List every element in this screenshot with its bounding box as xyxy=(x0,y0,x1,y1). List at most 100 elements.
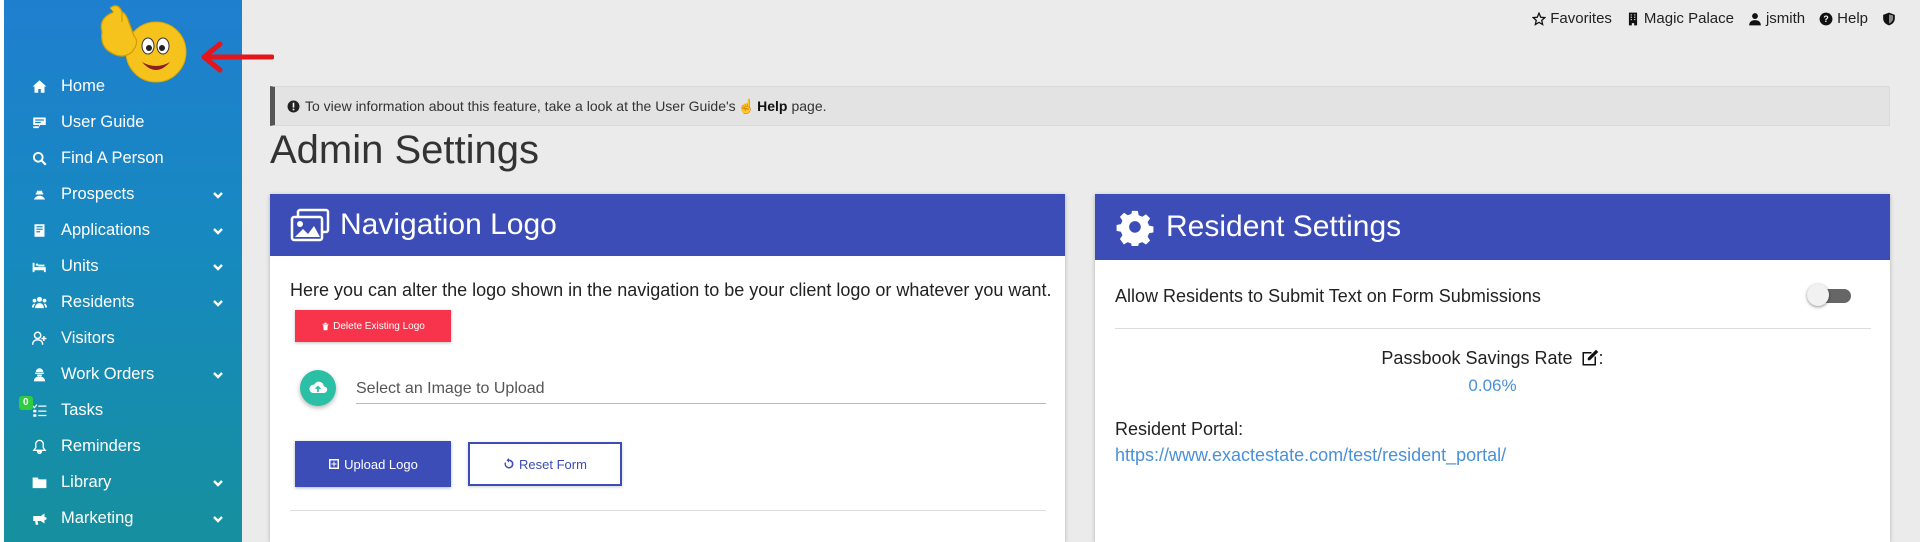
sidebar-item-work-orders[interactable]: Work Orders xyxy=(8,356,242,392)
sidebar-item-user-guide[interactable]: User Guide xyxy=(8,104,242,140)
upload-file-button[interactable] xyxy=(300,370,336,406)
shield-button[interactable] xyxy=(1882,12,1896,26)
sidebar-item-label: Visitors xyxy=(61,328,115,347)
divider xyxy=(290,510,1046,511)
tasks-count-badge: 0 xyxy=(19,396,33,410)
plus-square-icon xyxy=(329,459,340,469)
trash-icon xyxy=(322,322,329,330)
star-icon xyxy=(1532,11,1547,26)
divider xyxy=(1115,328,1871,329)
rate-suffix: : xyxy=(1598,348,1604,368)
sidebar-item-label: Library xyxy=(61,472,112,491)
navigation-logo-title: Navigation Logo xyxy=(340,208,557,241)
sidebar-item-label: Work Orders xyxy=(61,364,155,383)
sidebar-item-find-a-person[interactable]: Find A Person xyxy=(8,140,242,176)
bed-icon xyxy=(31,258,47,274)
sidebar-item-label: Find A Person xyxy=(61,148,164,167)
sidebar-item-label: Prospects xyxy=(61,184,135,203)
prospects-icon xyxy=(31,186,47,202)
user-icon xyxy=(1749,12,1761,25)
upload-logo-label: Upload Logo xyxy=(344,456,418,472)
passbook-rate-value[interactable]: 0.06% xyxy=(1095,376,1890,396)
logo-description: Here you can alter the logo shown in the… xyxy=(290,280,1052,300)
resident-settings-card: Resident Settings Allow Residents to Sub… xyxy=(1095,194,1890,542)
sidebar-item-applications[interactable]: Applications xyxy=(8,212,242,248)
question-circle-icon: ? xyxy=(1819,12,1833,25)
user-link[interactable]: jsmith xyxy=(1748,10,1805,27)
favorites-label: Favorites xyxy=(1550,10,1612,27)
info-text-end: page. xyxy=(791,98,827,114)
tasks-icon xyxy=(31,402,47,418)
user-label: jsmith xyxy=(1765,10,1806,27)
sidebar-item-label: Reminders xyxy=(61,436,141,455)
worker-icon xyxy=(31,366,47,382)
building-icon xyxy=(1628,12,1638,25)
info-banner: To view information about this feature, … xyxy=(270,86,1890,126)
chevron-down-icon[interactable] xyxy=(212,476,224,488)
sidebar-item-label: Units xyxy=(61,256,99,275)
property-label: Magic Palace xyxy=(1643,10,1734,27)
folder-icon xyxy=(31,474,47,490)
chevron-down-icon[interactable] xyxy=(212,296,224,308)
edit-icon[interactable] xyxy=(1581,349,1599,367)
sidebar-item-marketing[interactable]: Marketing xyxy=(8,500,242,536)
info-text: To view information about this feature, … xyxy=(305,98,736,114)
upload-logo-button[interactable]: Upload Logo xyxy=(295,441,451,487)
chevron-down-icon[interactable] xyxy=(212,224,224,236)
user-plus-icon xyxy=(31,330,47,346)
cloud-upload-icon xyxy=(309,381,328,393)
chevron-down-icon[interactable] xyxy=(212,512,224,524)
sidebar-item-label: Home xyxy=(61,76,106,95)
chevron-down-icon[interactable] xyxy=(212,188,224,200)
residents-icon xyxy=(31,294,47,310)
help-page-link[interactable]: Help xyxy=(757,98,787,114)
sidebar: Home User Guide Find A Person Prospects Appl… xyxy=(0,0,242,542)
bell-icon xyxy=(31,438,47,454)
sidebar-item-visitors[interactable]: Visitors xyxy=(8,320,242,356)
red-arrow-icon xyxy=(201,41,274,73)
shield-icon xyxy=(1883,12,1895,25)
resident-settings-title: Resident Settings xyxy=(1166,210,1402,243)
navigation-logo-card: Navigation Logo Here you can alter the l… xyxy=(270,194,1065,542)
delete-logo-label: Delete Existing Logo xyxy=(333,320,425,332)
image-file-input[interactable] xyxy=(356,374,1046,404)
sidebar-item-label: Residents xyxy=(61,292,135,311)
toggle-knob xyxy=(1807,284,1829,306)
top-bar: Favorites Magic Palace jsmith ? Help xyxy=(1532,10,1896,27)
resident-settings-header: Resident Settings xyxy=(1095,194,1890,260)
sidebar-item-label: User Guide xyxy=(61,112,145,131)
resident-portal-link[interactable]: https://www.exactestate.com/test/residen… xyxy=(1115,445,1506,466)
home-icon xyxy=(31,78,47,94)
images-icon xyxy=(290,208,330,242)
help-label: Help xyxy=(1837,10,1868,27)
sidebar-item-label: Applications xyxy=(61,220,150,239)
passbook-rate-row: Passbook Savings Rate : xyxy=(1095,348,1890,369)
reset-form-label: Reset Form xyxy=(519,456,587,472)
reset-form-button[interactable]: Reset Form xyxy=(468,442,622,486)
undo-icon xyxy=(504,458,514,469)
chevron-down-icon[interactable] xyxy=(212,368,224,380)
allow-text-toggle[interactable] xyxy=(1807,284,1853,306)
property-link[interactable]: Magic Palace xyxy=(1626,10,1734,27)
marketing-icon xyxy=(31,510,47,526)
sidebar-item-label: Tasks xyxy=(61,400,104,419)
hand-pointer-icon: ☝ xyxy=(737,97,756,114)
search-icon xyxy=(31,150,47,166)
sidebar-nav: Home User Guide Find A Person Prospects Appl… xyxy=(8,68,242,536)
passbook-rate-label: Passbook Savings Rate xyxy=(1381,348,1573,368)
chevron-down-icon[interactable] xyxy=(212,260,224,272)
favorites-link[interactable]: Favorites xyxy=(1532,10,1612,27)
sidebar-item-units[interactable]: Units xyxy=(8,248,242,284)
sidebar-item-residents[interactable]: Residents xyxy=(8,284,242,320)
navigation-logo-header: Navigation Logo xyxy=(270,194,1065,256)
help-link[interactable]: ? Help xyxy=(1819,10,1868,27)
sidebar-item-library[interactable]: Library xyxy=(8,464,242,500)
resident-portal-label: Resident Portal: xyxy=(1115,419,1244,439)
sidebar-item-tasks[interactable]: Tasks 0 xyxy=(8,392,242,428)
applications-icon xyxy=(31,222,47,238)
sidebar-item-reminders[interactable]: Reminders xyxy=(8,428,242,464)
page-title: Admin Settings xyxy=(270,128,540,172)
sidebar-item-prospects[interactable]: Prospects xyxy=(8,176,242,212)
delete-logo-button[interactable]: Delete Existing Logo xyxy=(295,310,451,342)
sidebar-item-label: Marketing xyxy=(61,508,134,527)
